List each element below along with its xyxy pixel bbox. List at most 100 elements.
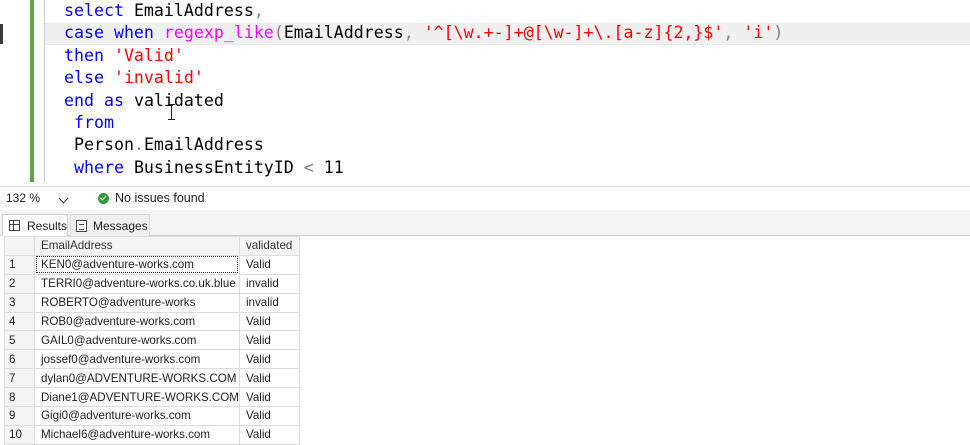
code-token: , [723,23,744,43]
zoom-dropdown[interactable]: 132 % [2,189,74,207]
code-token: from [64,112,114,132]
code-token: where [64,157,134,177]
row-number[interactable]: 9 [4,406,35,426]
cell-emailaddress[interactable]: Michael6@adventure-works.com [34,424,240,445]
issues-label: No issues found [115,191,205,205]
cell-emailaddress[interactable]: KEN0@adventure-works.com [34,254,240,275]
code-token: select [64,1,134,20]
column-header-validated[interactable]: validated [238,236,300,256]
check-circle-icon [98,192,109,204]
cell-emailaddress[interactable]: ROB0@adventure-works.com [34,311,240,332]
code-token: case [64,23,114,43]
cell-emailaddress[interactable]: Gigi0@adventure-works.com [34,406,240,426]
cell-validated[interactable]: Valid [238,311,300,332]
row-number[interactable]: 3 [4,292,35,313]
code-token: Person [64,135,134,155]
table-row[interactable]: 7 dylan0@ADVENTURE-WORKS.COM Valid [4,368,300,389]
code-token: else [64,68,114,88]
table-row[interactable]: 10 Michael6@adventure-works.com Valid [4,424,300,445]
grid-header-row: EmailAddress validated [4,236,300,256]
row-number[interactable]: 1 [4,254,35,275]
editor-gutter [0,0,28,186]
row-number[interactable]: 8 [4,387,35,408]
code-token: as [103,90,134,110]
tab-results[interactable]: Results [2,214,68,236]
code-token: < [303,157,324,177]
code-token: , [253,1,264,20]
cell-emailaddress[interactable]: Diane1@ADVENTURE-WORKS.COM [34,387,240,408]
code-token: EmailAddress [283,23,404,43]
results-grid[interactable]: EmailAddress validated 1 KEN0@adventure-w… [4,236,300,445]
tab-messages[interactable]: Messages [70,214,150,236]
code-token: 'invalid' [113,68,204,88]
cell-validated[interactable]: Valid [238,406,300,426]
row-number[interactable]: 5 [4,330,35,351]
row-number[interactable]: 6 [4,349,35,370]
code-token: . [133,135,144,155]
gutter-marker [0,24,3,44]
ibeam-cursor-icon [168,104,175,120]
cell-validated[interactable]: Valid [238,349,300,370]
code-line[interactable]: Person.EmailAddress [64,134,783,156]
code-token: EmailAddress [143,135,264,155]
code-line[interactable]: then 'Valid' [64,45,783,67]
code-token: regexp_like [163,23,274,43]
code-token: 11 [323,157,344,177]
cell-validated[interactable]: Valid [238,330,300,351]
issues-indicator[interactable]: No issues found [98,191,205,205]
column-header-emailaddress[interactable]: EmailAddress [34,236,240,256]
cell-emailaddress[interactable]: jossef0@adventure-works.com [34,349,240,370]
cell-emailaddress[interactable]: dylan0@ADVENTURE-WORKS.COM [34,368,240,389]
code-line[interactable]: else 'invalid' [64,67,783,89]
row-number[interactable]: 10 [4,424,35,445]
code-token: end [64,90,104,110]
chevron-down-icon [58,193,69,204]
table-row[interactable]: 8 Diane1@ADVENTURE-WORKS.COM Valid [4,387,300,408]
row-number-header[interactable] [4,236,35,256]
cell-validated[interactable]: invalid [238,292,300,313]
table-row[interactable]: 6 jossef0@adventure-works.com Valid [4,349,300,370]
results-tab-strip: Results Messages [0,210,970,236]
code-token: validated [133,90,224,110]
table-row[interactable]: 2 TERRI0@adventure-works.co.uk.blue invali… [4,273,300,294]
change-marker [30,0,34,182]
code-line[interactable]: case when regexp_like(EmailAddress, '^[\… [64,22,783,44]
cell-validated[interactable]: Valid [238,387,300,408]
cell-validated[interactable]: Valid [238,254,300,275]
cell-emailaddress[interactable]: TERRI0@adventure-works.co.uk.blue [34,273,240,294]
code-token: then [64,45,114,65]
code-text[interactable]: select EmailAddress, case when regexp_lik… [64,0,783,179]
zoom-level: 132 % [6,191,41,205]
table-row[interactable]: 1 KEN0@adventure-works.com Valid [4,254,300,275]
code-line[interactable]: where BusinessEntityID < 11 [64,157,783,179]
cell-validated[interactable]: invalid [238,273,300,294]
editor-status-strip: 132 % No issues found [0,186,970,210]
sql-editor[interactable]: select EmailAddress, case when regexp_lik… [0,0,970,186]
code-token: ) [773,23,784,43]
table-row[interactable]: 9 Gigi0@adventure-works.com Valid [4,406,300,426]
code-token: 'i' [743,23,774,43]
cell-emailaddress[interactable]: ROBERTO@adventure-works [34,292,240,313]
cell-emailaddress[interactable]: GAIL0@adventure-works.com [34,330,240,351]
cell-validated[interactable]: Valid [238,368,300,389]
code-token: '^[\w.+-]+@[\w-]+\.[a-z]{2,}$' [423,23,724,43]
code-token: ( [273,23,284,43]
code-token: , [403,23,424,43]
code-token: BusinessEntityID [133,157,304,177]
tab-messages-label: Messages [93,218,148,233]
tab-results-label: Results [26,218,67,233]
code-line[interactable]: select EmailAddress, [64,0,783,22]
row-number[interactable]: 7 [4,368,35,389]
row-number[interactable]: 4 [4,311,35,332]
change-tracking-bar [28,0,34,182]
table-row[interactable]: 3 ROBERTO@adventure-works invalid [4,292,300,313]
cell-validated[interactable]: Valid [238,424,300,445]
code-token: EmailAddress [133,1,254,20]
code-token: when [113,23,164,43]
code-token: 'Valid' [113,45,184,65]
row-number[interactable]: 2 [4,273,35,294]
table-row[interactable]: 5 GAIL0@adventure-works.com Valid [4,330,300,351]
table-row[interactable]: 4 ROB0@adventure-works.com Valid [4,311,300,332]
grid-icon [9,220,20,231]
messages-icon [76,219,87,232]
